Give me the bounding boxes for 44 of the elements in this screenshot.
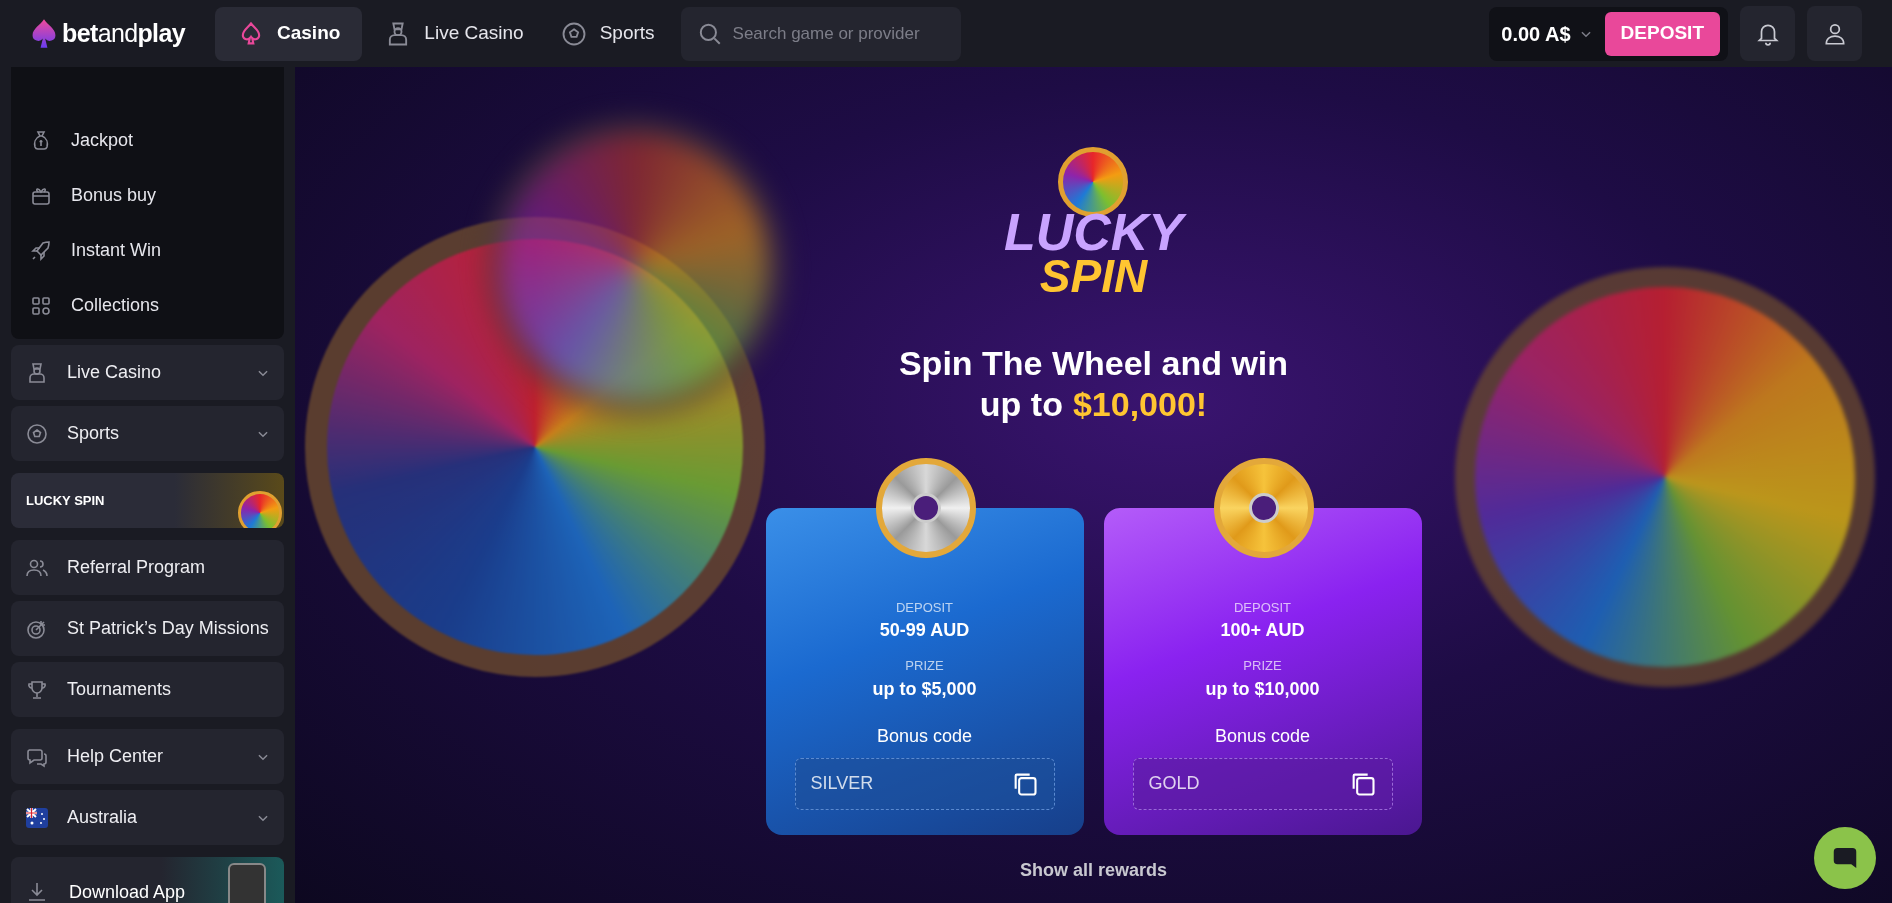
deposit-label: DEPOSIT (895, 598, 954, 617)
search-field[interactable]: Search game or provider (680, 6, 961, 61)
bonus-code-label: Bonus code (1214, 724, 1311, 748)
balance-dropdown[interactable]: 0.00 A$ (1501, 18, 1593, 49)
download-app-button[interactable]: Download App (11, 857, 284, 903)
prize-label: PRIZE (905, 657, 944, 676)
prize-label: PRIZE (1243, 657, 1282, 676)
submenu-item[interactable]: Jackpot (23, 113, 272, 168)
sidebar-dropdown[interactable]: Help Center (11, 729, 284, 784)
prize-amount: up to $5,000 (872, 677, 977, 701)
submenu-item[interactable]: Bonus buy (23, 168, 272, 223)
deposit-amount: 50-99 AUD (879, 619, 970, 643)
bonus-code-field[interactable]: GOLD (1132, 757, 1393, 810)
australia-flag-icon (25, 805, 49, 830)
prize-amount: $10,000! (1072, 384, 1208, 425)
bonus-code-label: Bonus code (876, 724, 973, 748)
deposit-button[interactable]: DEPOSIT (1604, 11, 1720, 56)
hero-heading: Spin The Wheel and win (898, 343, 1289, 384)
spade-logo-icon (30, 17, 58, 50)
deposit-amount: 100+ AUD (1220, 619, 1305, 643)
sidebar-item[interactable]: Tournaments (11, 662, 284, 717)
ball-icon (25, 421, 49, 446)
deposit-label: DEPOSIT (1233, 598, 1292, 617)
nav-tab[interactable]: Casino (215, 6, 363, 61)
sidebar-item[interactable]: Referral Program (11, 540, 284, 595)
sidebar-dropdown[interactable]: Australia (11, 790, 284, 845)
submenu-item[interactable]: Instant Win (23, 223, 272, 278)
lucky-spin-banner[interactable]: LUCKY SPIN (11, 473, 284, 528)
sidebar-item[interactable]: St Patrick’s Day Missions (11, 601, 284, 656)
nav-tab[interactable]: Sports (545, 6, 669, 61)
hero-heading: up to (979, 384, 1063, 425)
bonus-code-field[interactable]: SILVER (794, 757, 1055, 810)
brand-logo-text: betandplay (62, 17, 185, 49)
submenu-item[interactable]: Collections (23, 278, 272, 333)
rocket-icon (29, 238, 53, 263)
account-button[interactable] (1807, 6, 1862, 61)
show-all-rewards-link[interactable]: Show all rewards (1019, 856, 1168, 884)
logo-text: SPIN (1039, 255, 1148, 298)
nav-tab[interactable]: Live Casino (370, 6, 538, 61)
sidebar-dropdown[interactable]: Live Casino (11, 345, 284, 400)
prize-amount: up to $10,000 (1205, 677, 1320, 701)
wheel-icon (238, 491, 282, 528)
sidebar-dropdown[interactable]: Sports (11, 406, 284, 461)
notifications-button[interactable] (1740, 6, 1795, 61)
